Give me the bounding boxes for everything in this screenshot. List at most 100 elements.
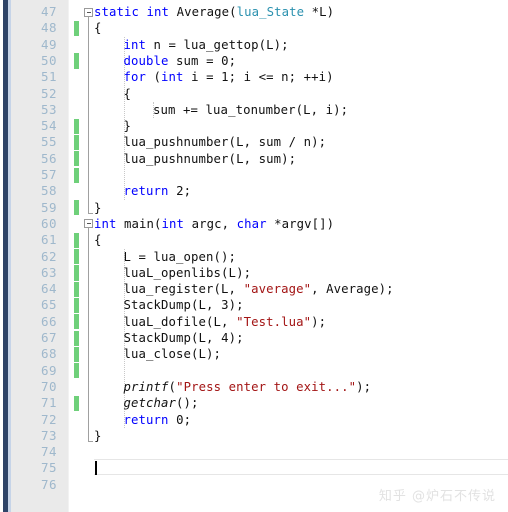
line-number: 61 (40, 232, 57, 248)
line-number: 55 (40, 134, 57, 150)
line-number: 66 (40, 313, 57, 329)
code-line[interactable]: 67 StackDump(L, 4); (0, 330, 508, 346)
line-number: 75 (40, 460, 57, 476)
saved-change-marker (74, 200, 79, 216)
code-line[interactable]: 61 { (0, 232, 508, 248)
line-number: 62 (40, 248, 57, 264)
line-number: 48 (40, 20, 57, 36)
code-editor-pane[interactable]: 47 static int Average(lua_State *L) 48 {49 i… (0, 0, 508, 512)
code-text[interactable]: StackDump(L, 3); (124, 297, 244, 313)
code-text[interactable]: lua_close(L); (124, 346, 222, 362)
line-number: 54 (40, 118, 57, 134)
line-number: 72 (40, 411, 57, 427)
line-number: 63 (40, 264, 57, 280)
code-line[interactable]: 65 StackDump(L, 3); (0, 297, 508, 314)
saved-change-marker (74, 151, 79, 167)
collapse-minus-icon[interactable] (84, 219, 93, 229)
code-text[interactable]: { (94, 20, 102, 36)
text-caret (95, 461, 97, 476)
code-line[interactable]: 72 return 0; (0, 412, 508, 428)
saved-change-marker (74, 330, 79, 346)
code-text[interactable]: } (94, 200, 102, 216)
code-line[interactable]: 58 return 2; (0, 183, 508, 199)
saved-change-marker (74, 281, 79, 297)
code-text[interactable]: StackDump(L, 4); (124, 330, 244, 346)
code-text[interactable]: lua_pushnumber(L, sum); (124, 151, 297, 167)
line-number: 73 (40, 427, 57, 443)
saved-change-marker (74, 118, 79, 134)
code-text[interactable]: } (124, 118, 132, 134)
code-text[interactable]: return 0; (124, 412, 192, 428)
code-line[interactable]: 47 static int Average(lua_State *L) (0, 4, 508, 20)
saved-change-marker (74, 20, 79, 37)
line-number: 60 (40, 215, 57, 231)
code-line[interactable]: 59} (0, 200, 508, 216)
line-number: 68 (40, 346, 57, 362)
line-number: 59 (40, 199, 57, 215)
code-text[interactable]: lua_register(L, "average", Average); (124, 281, 394, 297)
code-line[interactable]: 48 { (0, 20, 508, 37)
code-line[interactable]: 50 double sum = 0; (0, 53, 508, 69)
code-line[interactable]: 51 for (int i = 1; i <= n; ++i) (0, 69, 508, 85)
code-line[interactable]: 66 luaL_dofile(L, "Test.lua"); (0, 314, 508, 330)
line-number: 52 (40, 85, 57, 101)
code-text[interactable]: for (int i = 1; i <= n; ++i) (124, 69, 334, 85)
watermark: 知乎 @炉石不传说 (378, 489, 496, 504)
code-text[interactable]: getchar(); (124, 395, 199, 411)
code-line[interactable]: 60 int main(int argc, char *argv[]) (0, 216, 508, 232)
code-text[interactable]: printf("Press enter to exit..."); (124, 379, 372, 395)
saved-change-marker (74, 363, 79, 379)
code-line[interactable]: 52 { (0, 86, 508, 102)
saved-change-marker (74, 232, 79, 248)
code-line[interactable]: 64 lua_register(L, "average", Average); (0, 281, 508, 297)
code-line[interactable]: 70 printf("Press enter to exit..."); (0, 379, 508, 395)
saved-change-marker (74, 297, 79, 314)
saved-change-marker (74, 249, 79, 265)
line-number: 51 (40, 69, 57, 85)
code-text[interactable]: return 2; (124, 183, 192, 199)
code-line[interactable]: 71 getchar(); (0, 395, 508, 411)
code-text[interactable]: L = lua_open(); (124, 249, 237, 265)
line-number: 67 (40, 330, 57, 345)
code-text[interactable]: int n = lua_gettop(L); (124, 37, 289, 53)
line-number: 57 (40, 167, 57, 182)
code-text[interactable]: { (124, 86, 132, 102)
line-number: 49 (40, 36, 57, 52)
saved-change-marker (74, 346, 79, 363)
code-line[interactable]: 74 (0, 444, 508, 460)
saved-change-marker (74, 314, 79, 330)
line-number: 58 (40, 183, 57, 199)
saved-change-marker (74, 53, 79, 69)
code-text[interactable]: luaL_openlibs(L); (124, 265, 252, 281)
saved-change-marker (74, 167, 79, 183)
code-line[interactable]: 54} (0, 118, 508, 134)
code-line[interactable]: 69 (0, 363, 508, 379)
code-line[interactable]: 63 luaL_openlibs(L); (0, 265, 508, 281)
line-number: 64 (40, 281, 57, 297)
code-text[interactable]: double sum = 0; (124, 53, 237, 69)
code-line[interactable]: 55 lua_pushnumber(L, sum / n); (0, 134, 508, 151)
saved-change-marker (74, 265, 79, 281)
code-line[interactable]: 68 lua_close(L); (0, 346, 508, 363)
code-text[interactable]: sum += lua_tonumber(L, i); (153, 102, 348, 118)
code-text[interactable]: static int Average(lua_State *L) (94, 4, 334, 20)
line-number: 71 (40, 395, 57, 411)
line-number: 47 (40, 4, 57, 19)
collapse-minus-icon[interactable] (84, 7, 93, 17)
code-text[interactable]: { (94, 232, 102, 248)
code-line[interactable]: 62 L = lua_open(); (0, 249, 508, 265)
line-number: 56 (40, 150, 57, 166)
code-text[interactable]: } (94, 428, 102, 444)
code-line[interactable]: 53 sum += lua_tonumber(L, i); (0, 102, 508, 118)
code-line[interactable]: 73} (0, 428, 508, 444)
code-line[interactable]: 56 lua_pushnumber(L, sum); (0, 151, 508, 167)
code-text[interactable]: int main(int argc, char *argv[]) (94, 216, 334, 232)
code-text[interactable]: luaL_dofile(L, "Test.lua"); (124, 314, 327, 330)
line-number: 50 (40, 52, 57, 68)
code-line[interactable]: 49 int n = lua_gettop(L); (0, 37, 508, 53)
saved-change-marker (74, 395, 79, 411)
code-line[interactable]: 57 (0, 167, 508, 183)
line-number: 69 (40, 362, 57, 378)
code-text[interactable]: lua_pushnumber(L, sum / n); (124, 134, 327, 150)
line-number: 70 (40, 378, 57, 394)
